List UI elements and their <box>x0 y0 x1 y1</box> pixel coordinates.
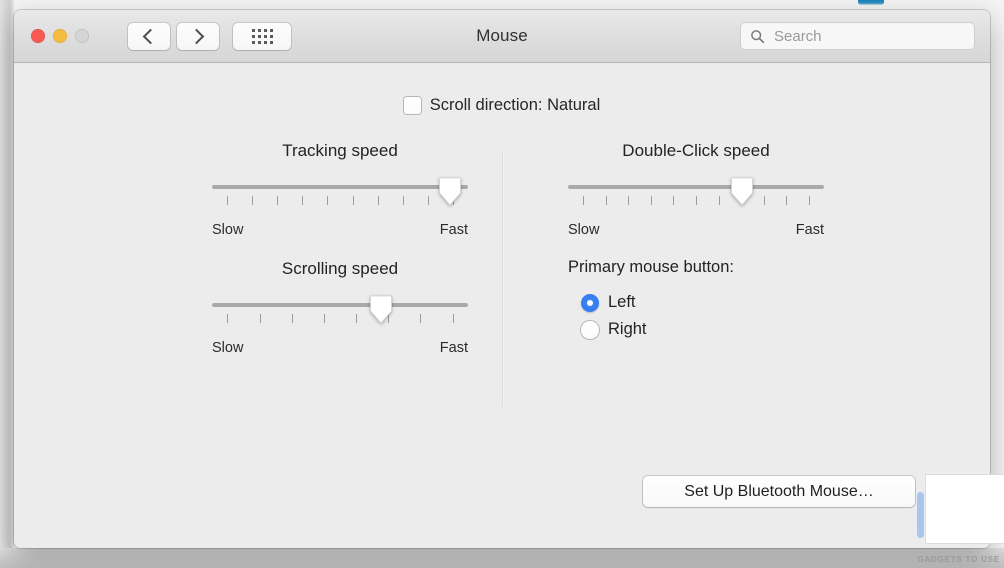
slider-track <box>568 185 824 189</box>
scrolling-speed-slider[interactable] <box>212 294 468 340</box>
double-click-speed-slider[interactable] <box>568 176 824 222</box>
primary-mouse-button-label: Primary mouse button: <box>568 258 734 276</box>
scroll-direction-label: Scroll direction: Natural <box>429 96 601 114</box>
tracking-speed-slider[interactable] <box>212 176 468 222</box>
overlay-scrollbar[interactable] <box>917 492 924 538</box>
primary-mouse-button-group: Primary mouse button: Left Right <box>568 258 734 347</box>
radio-right-label: Right <box>608 320 647 338</box>
system-preferences-window: Mouse Scroll direction: Natural Tracking… <box>14 10 990 548</box>
slider-low-label: Slow <box>212 222 244 238</box>
column-divider <box>502 149 503 405</box>
scrolling-speed-block: Scrolling speed Slow Fast <box>212 259 468 360</box>
search-input[interactable] <box>772 26 961 46</box>
primary-mouse-option-left[interactable]: Left <box>568 293 734 312</box>
slider-thumb[interactable] <box>368 294 393 324</box>
window-toolbar: Mouse <box>14 10 990 63</box>
tracking-speed-endlabels: Slow Fast <box>212 222 468 242</box>
double-click-speed-title: Double-Click speed <box>622 141 770 160</box>
watermark-text: GADGETS TO USE <box>917 555 1000 564</box>
backdrop-top-nub <box>858 0 884 5</box>
slider-ticks <box>212 196 468 205</box>
tracking-speed-block: Tracking speed Slow Fast <box>212 141 468 242</box>
slider-ticks <box>212 314 468 323</box>
tracking-speed-title: Tracking speed <box>282 141 398 160</box>
slider-thumb[interactable] <box>438 176 463 206</box>
radio-left-selected[interactable] <box>581 293 599 312</box>
primary-mouse-option-right[interactable]: Right <box>568 320 734 339</box>
preference-pane-content: Scroll direction: Natural Tracking speed… <box>14 63 990 548</box>
scrolling-speed-title: Scrolling speed <box>281 259 399 278</box>
slider-low-label: Slow <box>568 222 600 238</box>
search-field[interactable] <box>740 22 975 50</box>
slider-track <box>212 303 468 307</box>
double-click-speed-endlabels: Slow Fast <box>568 222 824 242</box>
scroll-direction-checkbox[interactable] <box>403 97 421 114</box>
slider-low-label: Slow <box>212 340 244 356</box>
slider-high-label: Fast <box>439 340 468 356</box>
radio-left-label: Left <box>608 293 636 311</box>
slider-track <box>212 185 468 189</box>
slider-ticks <box>568 196 824 205</box>
scroll-direction-row[interactable]: Scroll direction: Natural <box>14 96 990 115</box>
slider-thumb[interactable] <box>730 176 755 206</box>
backdrop-bottom-edge <box>0 548 1004 568</box>
search-icon <box>751 29 765 43</box>
scrolling-speed-endlabels: Slow Fast <box>212 340 468 360</box>
radio-right-unselected[interactable] <box>581 320 599 339</box>
slider-high-label: Fast <box>439 222 468 238</box>
backdrop-left-edge <box>0 0 14 568</box>
slider-high-label: Fast <box>795 222 824 238</box>
overlay-panel <box>926 475 1004 543</box>
set-up-bluetooth-mouse-button[interactable]: Set Up Bluetooth Mouse… <box>643 476 915 507</box>
double-click-speed-block: Double-Click speed Slow Fast <box>568 141 824 242</box>
